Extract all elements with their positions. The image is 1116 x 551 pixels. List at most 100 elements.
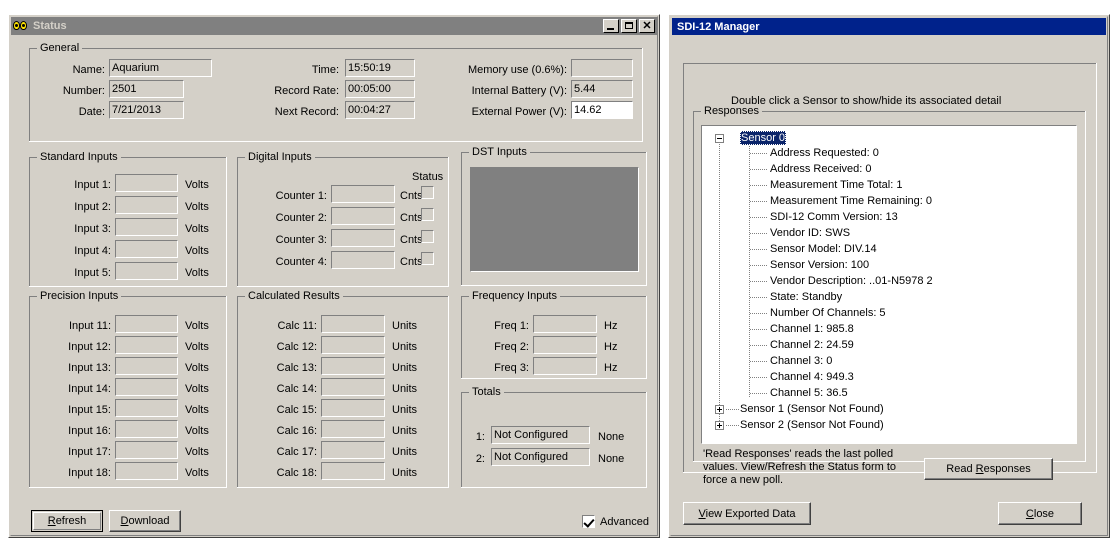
tree-item-sensor-0[interactable]: Sensor 0 bbox=[740, 131, 787, 145]
counter-4-unit: Cnts bbox=[400, 256, 423, 268]
tree-item-address-received[interactable]: Address Received: 0 bbox=[770, 162, 872, 176]
tree-item-channel-2[interactable]: Channel 2: 24.59 bbox=[770, 338, 854, 352]
calc-16-field[interactable] bbox=[321, 420, 385, 438]
tree-item-measurement-time-remaining[interactable]: Measurement Time Remaining: 0 bbox=[770, 194, 932, 208]
calc-18-field[interactable] bbox=[321, 462, 385, 480]
refresh-button[interactable]: Refresh bbox=[31, 510, 103, 532]
input-14-field[interactable] bbox=[115, 378, 178, 396]
total-1-field[interactable]: Not Configured bbox=[491, 426, 590, 444]
tree-item-vendor-id[interactable]: Vendor ID: SWS bbox=[770, 226, 850, 240]
dst-inputs-listbox[interactable] bbox=[470, 167, 639, 272]
read-responses-prefix: Read bbox=[946, 463, 976, 475]
tree-item-channel-5[interactable]: Channel 5: 36.5 bbox=[770, 386, 848, 400]
freq-1-field[interactable] bbox=[533, 315, 597, 333]
input-18-field[interactable] bbox=[115, 462, 178, 480]
refresh-button-label: Refresh bbox=[48, 515, 87, 527]
number-field[interactable]: 2501 bbox=[109, 80, 184, 98]
next-record-label: Next Record: bbox=[274, 106, 339, 118]
tree-item-measurement-time-total[interactable]: Measurement Time Total: 1 bbox=[770, 178, 902, 192]
calc-17-field[interactable] bbox=[321, 441, 385, 459]
input-16-field[interactable] bbox=[115, 420, 178, 438]
status-titlebar[interactable]: Status ✕ bbox=[11, 17, 657, 35]
tree-item-state[interactable]: State: Standby bbox=[770, 290, 842, 304]
date-label: Date: bbox=[78, 106, 105, 118]
counter-2-unit: Cnts bbox=[400, 212, 423, 224]
tree-connector bbox=[750, 249, 768, 250]
read-responses-button[interactable]: Read Responses bbox=[924, 458, 1053, 480]
calc-11-unit: Units bbox=[392, 320, 418, 332]
name-label: Name: bbox=[72, 64, 105, 76]
freq-2-field[interactable] bbox=[533, 336, 597, 354]
tree-connector bbox=[750, 201, 768, 202]
record-rate-label: Record Rate: bbox=[274, 85, 339, 97]
counter-4-status-checkbox[interactable] bbox=[421, 252, 434, 265]
close-button[interactable]: Close bbox=[998, 502, 1082, 525]
tree-item-sensor-2[interactable]: Sensor 2 (Sensor Not Found) bbox=[740, 418, 884, 432]
counter-4-field[interactable] bbox=[331, 251, 395, 269]
counter-1-status-checkbox[interactable] bbox=[421, 186, 434, 199]
date-field[interactable]: 7/21/2013 bbox=[109, 101, 184, 119]
tree-child-line bbox=[749, 138, 750, 397]
tree-item-channel-4[interactable]: Channel 4: 949.3 bbox=[770, 370, 854, 384]
counter-2-status-checkbox[interactable] bbox=[421, 208, 434, 221]
tree-root-line bbox=[719, 138, 720, 429]
download-button[interactable]: Download bbox=[109, 510, 181, 532]
input-17-unit: Volts bbox=[185, 446, 209, 458]
tree-item-channel-1[interactable]: Channel 1: 985.8 bbox=[770, 322, 854, 336]
input-13-field[interactable] bbox=[115, 357, 178, 375]
counter-1-unit: Cnts bbox=[400, 190, 423, 202]
sensor-1-expander-icon[interactable] bbox=[715, 405, 724, 414]
advanced-checkbox[interactable] bbox=[582, 515, 595, 528]
calculated-results-legend: Calculated Results bbox=[245, 290, 343, 302]
external-power-field[interactable]: 14.62 bbox=[571, 101, 633, 119]
input-17-field[interactable] bbox=[115, 441, 178, 459]
maximize-icon[interactable] bbox=[621, 19, 637, 33]
input-4-field[interactable] bbox=[115, 240, 178, 258]
read-responses-label: Read Responses bbox=[946, 463, 1030, 475]
input-2-field[interactable] bbox=[115, 196, 178, 214]
input-1-field[interactable] bbox=[115, 174, 178, 192]
calc-15-field[interactable] bbox=[321, 399, 385, 417]
close-icon[interactable]: ✕ bbox=[639, 19, 655, 33]
input-3-field[interactable] bbox=[115, 218, 178, 236]
counter-2-label: Counter 2: bbox=[275, 212, 327, 224]
sensor-2-expander-icon[interactable] bbox=[715, 421, 724, 430]
tree-item-sensor-model[interactable]: Sensor Model: DIV.14 bbox=[770, 242, 877, 256]
input-15-field[interactable] bbox=[115, 399, 178, 417]
tree-item-address-requested[interactable]: Address Requested: 0 bbox=[770, 146, 879, 160]
calc-14-field[interactable] bbox=[321, 378, 385, 396]
tree-item-vendor-description[interactable]: Vendor Description: ..01-N5978 2 bbox=[770, 274, 933, 288]
status-window-title: Status bbox=[33, 20, 67, 32]
memory-use-field[interactable] bbox=[571, 59, 633, 77]
sdi12-titlebar[interactable]: SDI-12 Manager bbox=[672, 18, 1106, 35]
tree-item-number-of-channels[interactable]: Number Of Channels: 5 bbox=[770, 306, 886, 320]
calc-12-field[interactable] bbox=[321, 336, 385, 354]
total-2-field[interactable]: Not Configured bbox=[491, 448, 590, 466]
input-11-field[interactable] bbox=[115, 315, 178, 333]
tree-item-channel-3[interactable]: Channel 3: 0 bbox=[770, 354, 832, 368]
counter-3-status-checkbox[interactable] bbox=[421, 230, 434, 243]
calc-11-field[interactable] bbox=[321, 315, 385, 333]
next-record-field[interactable]: 00:04:27 bbox=[345, 101, 415, 119]
calc-13-field[interactable] bbox=[321, 357, 385, 375]
view-exported-data-button[interactable]: View Exported Data bbox=[683, 502, 811, 525]
counter-3-field[interactable] bbox=[331, 229, 395, 247]
input-5-field[interactable] bbox=[115, 262, 178, 280]
tree-item-sensor-1[interactable]: Sensor 1 (Sensor Not Found) bbox=[740, 402, 884, 416]
tree-item-sdi12-comm-version[interactable]: SDI-12 Comm Version: 13 bbox=[770, 210, 898, 224]
tree-item-sensor-version[interactable]: Sensor Version: 100 bbox=[770, 258, 869, 272]
time-field[interactable]: 15:50:19 bbox=[345, 59, 415, 77]
freq-3-field[interactable] bbox=[533, 357, 597, 375]
sensor-0-expander-icon[interactable] bbox=[715, 134, 724, 143]
input-12-field[interactable] bbox=[115, 336, 178, 354]
record-rate-field[interactable]: 00:05:00 bbox=[345, 80, 415, 98]
internal-battery-field[interactable]: 5.44 bbox=[571, 80, 633, 98]
tree-connector bbox=[750, 233, 768, 234]
minimize-icon[interactable] bbox=[603, 19, 619, 33]
counter-2-field[interactable] bbox=[331, 207, 395, 225]
view-exported-suffix: iew Exported Data bbox=[705, 507, 796, 520]
responses-tree[interactable]: Sensor 0 Address Requested: 0 Address Re… bbox=[701, 125, 1077, 444]
counter-1-field[interactable] bbox=[331, 185, 395, 203]
input-11-unit: Volts bbox=[185, 320, 209, 332]
name-field[interactable]: Aquarium bbox=[109, 59, 212, 77]
